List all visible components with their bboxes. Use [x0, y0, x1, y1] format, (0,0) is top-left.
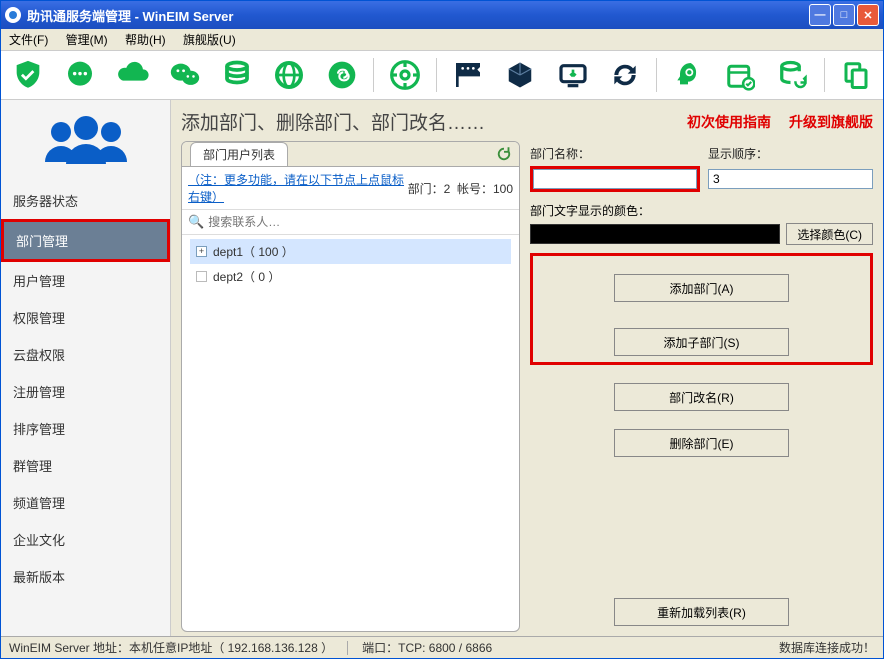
choose-color-button[interactable]: 选择颜色(C): [786, 223, 873, 245]
add-buttons-highlight-box: 添加部门(A) 添加子部门(S): [530, 253, 873, 365]
search-icon: 🔍: [188, 214, 204, 230]
toolbar-separator: [824, 58, 825, 92]
search-input[interactable]: [208, 215, 513, 229]
dept-name-input[interactable]: [533, 169, 697, 189]
minimize-button[interactable]: —: [809, 4, 831, 26]
rename-dept-button[interactable]: 部门改名(R): [614, 383, 789, 411]
cube-icon[interactable]: [503, 57, 537, 93]
cloud-icon[interactable]: [116, 57, 150, 93]
main-columns: 部门用户列表 （注：更多功能，请在以下节点上点鼠标右键） 部门：2 帐号：100…: [181, 141, 873, 632]
menu-help[interactable]: 帮助(H): [125, 33, 166, 47]
upgrade-flagship-link[interactable]: 升级到旗舰版: [789, 112, 873, 132]
stats-text: 部门：2 帐号：100: [408, 180, 513, 197]
wechat-icon[interactable]: [168, 57, 202, 93]
status-addr: WinEIM Server 地址：本机任意IP地址（ 192.168.136.1…: [9, 639, 333, 656]
menu-manage[interactable]: 管理(M): [66, 33, 108, 47]
color-row: 选择颜色(C): [530, 223, 873, 245]
dept-name-highlight-box: [530, 166, 700, 192]
calendar-check-icon[interactable]: [723, 57, 757, 93]
link-icon[interactable]: [325, 57, 359, 93]
spacer: [530, 457, 873, 586]
sidebar-item-latest-version[interactable]: 最新版本: [1, 558, 170, 595]
shield-icon[interactable]: [11, 57, 45, 93]
form-grid: 部门名称： 显示顺序：: [530, 145, 873, 192]
add-sub-dept-button[interactable]: 添加子部门(S): [614, 328, 789, 356]
sidebar-item-user-manage[interactable]: 用户管理: [1, 262, 170, 299]
sidebar-item-register-manage[interactable]: 注册管理: [1, 373, 170, 410]
globe-icon[interactable]: [272, 57, 306, 93]
tab-dept-user-list[interactable]: 部门用户列表: [190, 142, 288, 166]
status-port: 端口：TCP: 6800 / 6866: [362, 639, 492, 656]
sidebar-highlight-box: 部门管理: [1, 219, 170, 262]
menu-flagship[interactable]: 旗舰版(U): [183, 33, 236, 47]
menu-file[interactable]: 文件(F): [9, 33, 48, 47]
display-order-label: 显示顺序：: [708, 145, 873, 162]
sidebar: 服务器状态 部门管理 用户管理 权限管理 云盘权限 注册管理 排序管理 群管理 …: [1, 100, 171, 636]
database-icon[interactable]: [220, 57, 254, 93]
tree-item-label: dept1（ 100 ）: [213, 243, 294, 260]
window-controls: — □ ✕: [809, 4, 879, 26]
dept-user-list-panel: 部门用户列表 （注：更多功能，请在以下节点上点鼠标右键） 部门：2 帐号：100…: [181, 141, 520, 632]
refresh-icon[interactable]: [495, 145, 513, 163]
status-db: 数据库连接成功！: [779, 639, 875, 656]
dept-name-label: 部门名称：: [530, 145, 700, 162]
main-header: 添加部门、删除部门、部门改名…… 初次使用指南 升级到旗舰版: [181, 108, 873, 135]
checkbox-icon[interactable]: [196, 271, 207, 282]
menubar: 文件(F) 管理(M) 帮助(H) 旗舰版(U): [1, 29, 883, 50]
reload-list-button[interactable]: 重新加载列表(R): [614, 598, 789, 626]
body: 服务器状态 部门管理 用户管理 权限管理 云盘权限 注册管理 排序管理 群管理 …: [1, 100, 883, 636]
window-title: 助讯通服务端管理 - WinEIM Server: [27, 6, 809, 25]
page-title: 添加部门、删除部门、部门改名……: [181, 108, 669, 135]
head-gear-icon[interactable]: [671, 57, 705, 93]
note-row: （注：更多功能，请在以下节点上点鼠标右键） 部门：2 帐号：100: [182, 167, 519, 210]
tree-item-dept1[interactable]: + dept1（ 100 ）: [190, 239, 511, 264]
sidebar-item-dept-manage[interactable]: 部门管理: [4, 222, 167, 259]
toolbar-separator: [373, 58, 374, 92]
sidebar-item-sort-manage[interactable]: 排序管理: [1, 410, 170, 447]
database-refresh-icon[interactable]: [776, 57, 810, 93]
tree-item-label: dept2（ 0 ）: [213, 268, 280, 285]
sidebar-item-channel-manage[interactable]: 频道管理: [1, 484, 170, 521]
toolbar: [1, 50, 883, 100]
dept-form-panel: 部门名称： 显示顺序： 部门文字显示的颜色： 选择颜色(C) 添加部门(A): [530, 141, 873, 632]
flag-icon[interactable]: [451, 57, 485, 93]
status-bar: WinEIM Server 地址：本机任意IP地址（ 192.168.136.1…: [1, 636, 883, 658]
app-icon: [5, 7, 21, 23]
tree-item-dept2[interactable]: dept2（ 0 ）: [190, 264, 511, 289]
tab-row: 部门用户列表: [182, 142, 519, 167]
sidebar-item-server-status[interactable]: 服务器状态: [1, 182, 170, 219]
search-row: 🔍: [182, 210, 519, 235]
display-order-input[interactable]: [708, 169, 873, 189]
sidebar-item-cloud-permission[interactable]: 云盘权限: [1, 336, 170, 373]
refresh-arrows-icon[interactable]: [608, 57, 642, 93]
gear-icon[interactable]: [388, 57, 422, 93]
chat-bubble-icon[interactable]: [63, 57, 97, 93]
maximize-button[interactable]: □: [833, 4, 855, 26]
toolbar-separator: [656, 58, 657, 92]
sidebar-item-permission-manage[interactable]: 权限管理: [1, 299, 170, 336]
add-dept-button[interactable]: 添加部门(A): [614, 274, 789, 302]
sidebar-item-group-manage[interactable]: 群管理: [1, 447, 170, 484]
close-button[interactable]: ✕: [857, 4, 879, 26]
status-separator: [347, 641, 348, 655]
toolbar-separator: [436, 58, 437, 92]
dept-text-color-preview: [530, 224, 780, 244]
app-window: 助讯通服务端管理 - WinEIM Server — □ ✕ 文件(F) 管理(…: [0, 0, 884, 659]
titlebar: 助讯通服务端管理 - WinEIM Server — □ ✕: [1, 1, 883, 29]
sidebar-item-corp-culture[interactable]: 企业文化: [1, 521, 170, 558]
delete-dept-button[interactable]: 删除部门(E): [614, 429, 789, 457]
note-text: （注：更多功能，请在以下节点上点鼠标右键）: [188, 171, 408, 205]
copy-icon[interactable]: [839, 57, 873, 93]
main-panel: 添加部门、删除部门、部门改名…… 初次使用指南 升级到旗舰版 部门用户列表 （注…: [171, 100, 883, 636]
text-color-label: 部门文字显示的颜色：: [530, 202, 873, 219]
monitor-download-icon[interactable]: [556, 57, 590, 93]
dept-tree: + dept1（ 100 ） dept2（ 0 ）: [182, 235, 519, 631]
expand-icon[interactable]: +: [196, 246, 207, 257]
first-use-guide-link[interactable]: 初次使用指南: [687, 112, 771, 132]
sidebar-hero-icon: [1, 100, 170, 182]
